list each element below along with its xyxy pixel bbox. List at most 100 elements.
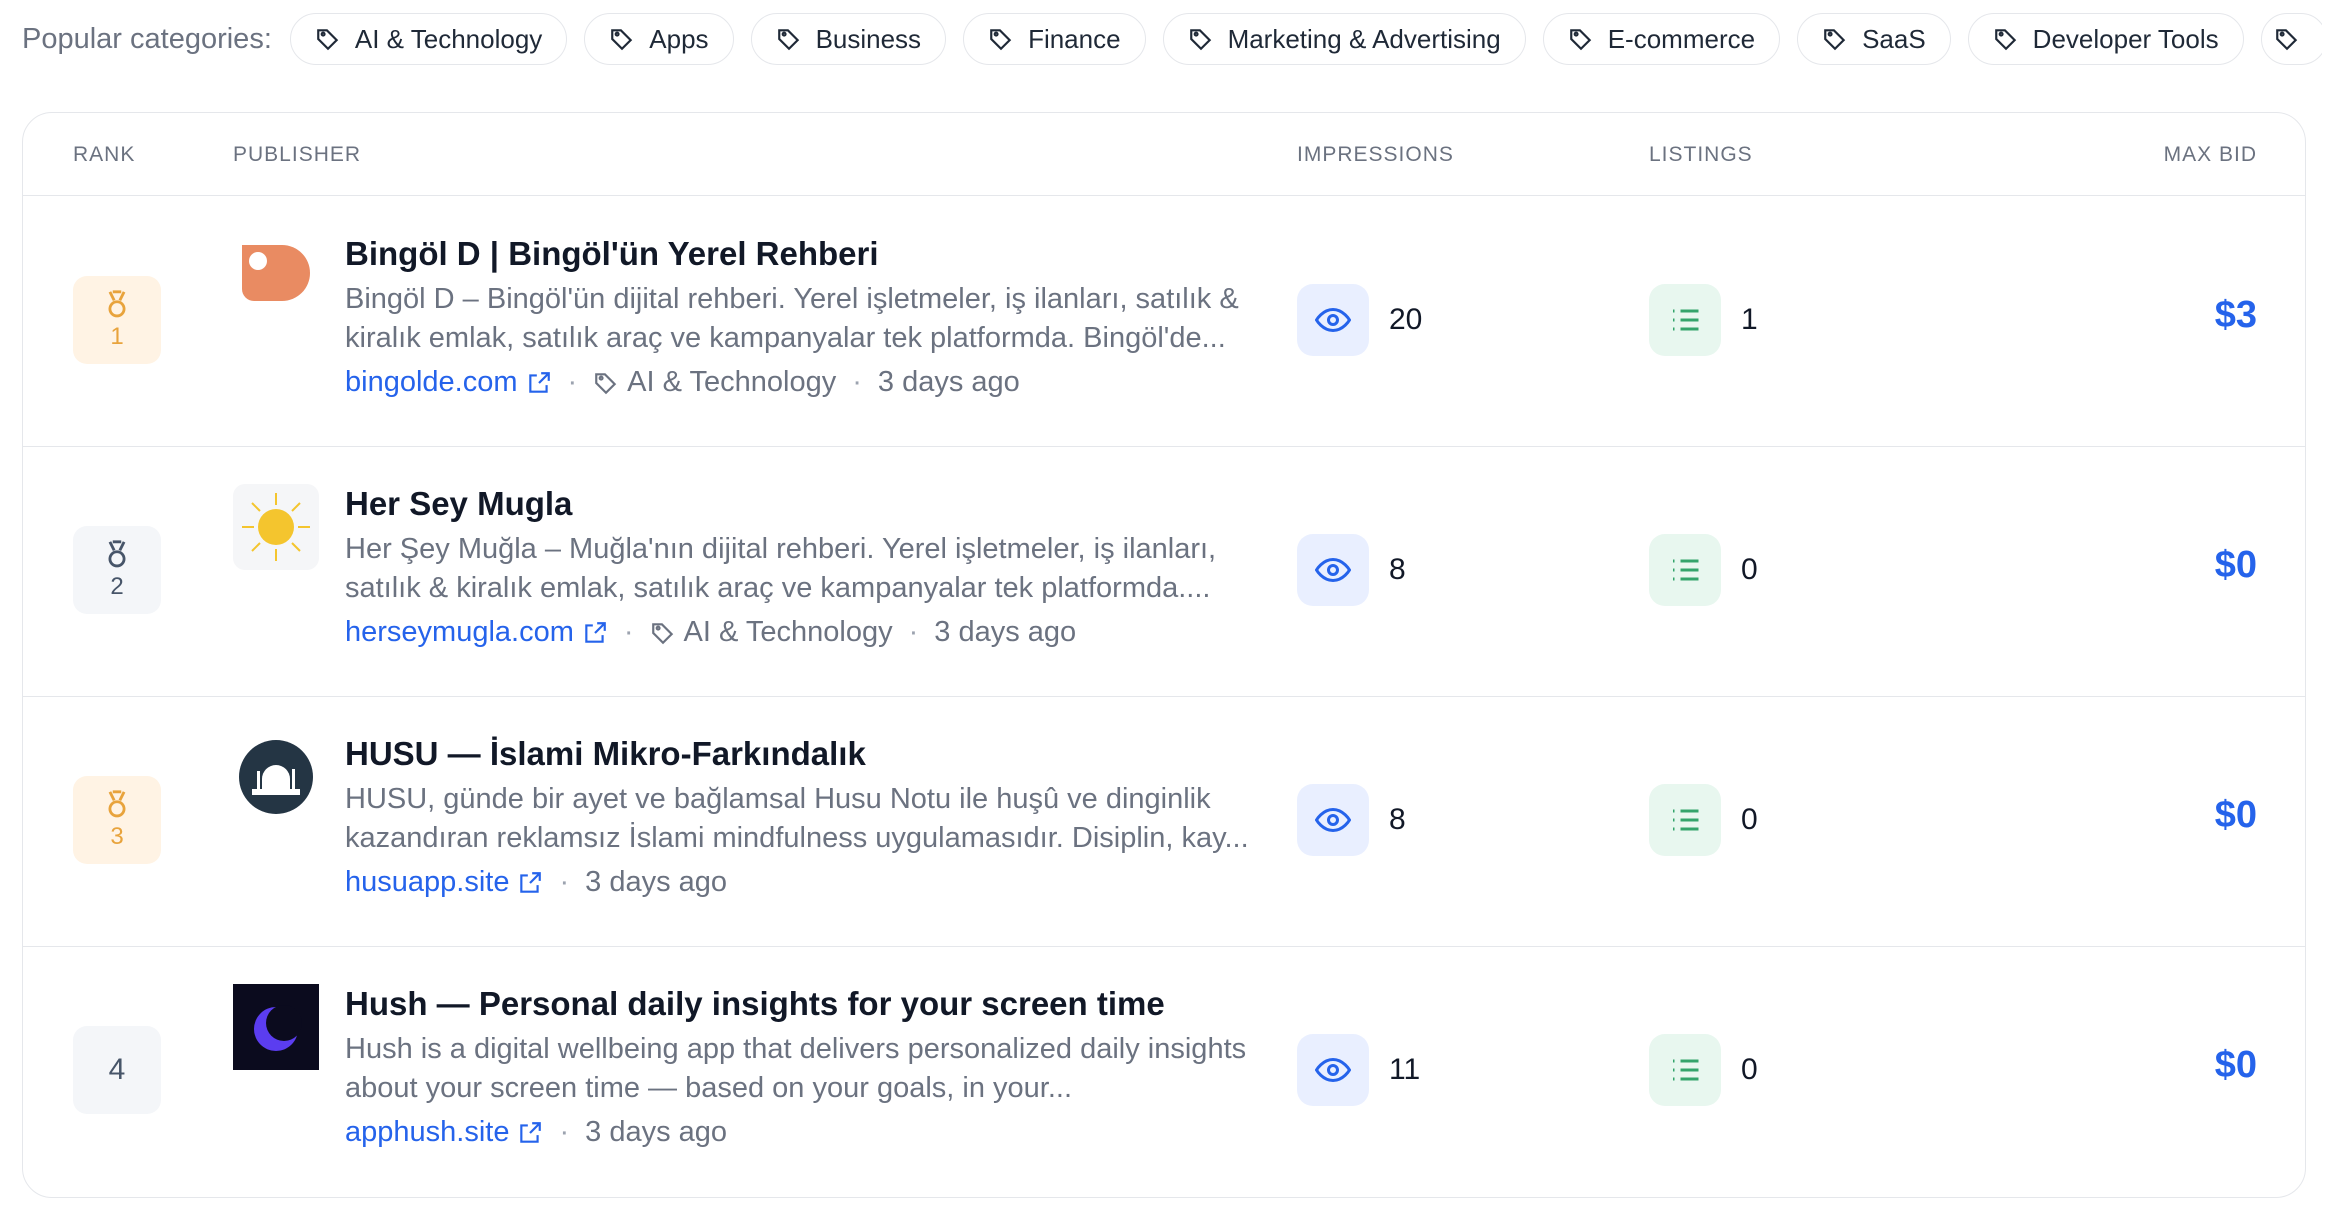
- publisher-url: herseymugla.com: [345, 616, 574, 648]
- publisher-url-link[interactable]: apphush.site: [345, 1116, 543, 1149]
- publisher-url-link[interactable]: herseymugla.com: [345, 616, 608, 649]
- publisher-category[interactable]: AI & Technology: [627, 366, 836, 399]
- category-chip-label: SaaS: [1862, 23, 1926, 54]
- category-chip[interactable]: E-commerce: [1542, 13, 1781, 65]
- table-row[interactable]: 1 Bingöl D | Bingöl'ün Yerel Rehberi Bin…: [23, 196, 2305, 447]
- header-publisher[interactable]: PUBLISHER: [233, 143, 361, 167]
- publisher-title[interactable]: Hush — Personal daily insights for your …: [345, 984, 1265, 1024]
- publisher-logo[interactable]: [233, 734, 319, 820]
- publisher-info: HUSU — İslami Mikro-Farkındalık HUSU, gü…: [345, 734, 1265, 899]
- category-chip[interactable]: Apps: [584, 13, 734, 65]
- publisher-meta: herseymugla.com · AI & Technology · 3 da…: [345, 616, 1265, 649]
- popular-categories-bar: Popular categories: AI & Technology Apps B…: [22, 12, 2322, 66]
- publisher-info: Bingöl D | Bingöl'ün Yerel Rehberi Bingö…: [345, 234, 1265, 399]
- publisher-category[interactable]: AI & Technology: [684, 616, 893, 649]
- listings-value: 0: [1741, 803, 1758, 836]
- publisher-description: Bingöl D – Bingöl'ün dijital rehberi. Ye…: [345, 283, 1239, 354]
- meta-separator: ·: [567, 366, 578, 398]
- impressions-value: 11: [1389, 1053, 1421, 1086]
- medal-icon: [108, 290, 126, 318]
- header-impressions[interactable]: IMPRESSIONS: [1297, 143, 1454, 167]
- list-icon: [1673, 309, 1699, 331]
- popular-categories-label: Popular categories:: [22, 22, 272, 55]
- list-icon: [1673, 1059, 1699, 1081]
- publisher-time: 3 days ago: [585, 866, 728, 898]
- external-link-icon: [528, 371, 550, 393]
- publisher-time: 3 days ago: [585, 1116, 728, 1148]
- max-bid-value: $3: [2214, 294, 2257, 336]
- listings-badge: [1649, 1034, 1721, 1106]
- listings-cell: 0: [1649, 784, 1758, 856]
- category-chip-label: E-commerce: [1607, 23, 1756, 54]
- publisher-logo[interactable]: [233, 484, 319, 570]
- table-row[interactable]: 4 Hush — Personal daily insights for you…: [23, 946, 2305, 1196]
- meta-separator: ·: [559, 1116, 570, 1148]
- listings-badge: [1649, 784, 1721, 856]
- table-row[interactable]: 2 Her Sey Mugla Her Şey Muğla – Muğla'nı…: [23, 446, 2305, 697]
- rank-badge: 1: [73, 276, 161, 364]
- listings-badge: [1649, 284, 1721, 356]
- publisher-url: bingolde.com: [345, 366, 518, 398]
- impressions-value: 8: [1389, 553, 1406, 586]
- category-chip-label: Marketing & Advertising: [1227, 23, 1501, 54]
- publisher-title[interactable]: HUSU — İslami Mikro-Farkındalık: [345, 734, 1265, 774]
- listings-badge: [1649, 534, 1721, 606]
- medal-icon: [108, 540, 126, 568]
- publisher-description: HUSU, günde bir ayet ve bağlamsal Husu N…: [345, 783, 1249, 854]
- tag-icon: [611, 29, 633, 51]
- category-chip[interactable]: Finance: [963, 13, 1146, 65]
- category-chip[interactable]: Business: [750, 13, 947, 65]
- publisher-info: Her Sey Mugla Her Şey Muğla – Muğla'nın …: [345, 484, 1265, 649]
- tag-icon: [1994, 29, 2016, 51]
- header-max-bid[interactable]: MAX BID: [2164, 143, 2257, 167]
- tag-icon: [777, 29, 799, 51]
- impressions-cell: 11: [1297, 1034, 1420, 1106]
- rank-number: 1: [110, 323, 124, 350]
- impressions-cell: 8: [1297, 784, 1406, 856]
- publisher-url: apphush.site: [345, 1116, 510, 1148]
- external-link-icon: [585, 621, 606, 643]
- publisher-meta: apphush.site · 3 days ago: [345, 1116, 1265, 1149]
- category-chip-label: AI & Technology: [354, 23, 543, 54]
- publisher-url-link[interactable]: bingolde.com: [345, 366, 552, 399]
- category-chip[interactable]: Developer Tools: [1967, 13, 2244, 65]
- table-header: RANK PUBLISHER IMPRESSIONS LISTINGS MAX …: [23, 113, 2305, 196]
- publisher-title[interactable]: Her Sey Mugla: [345, 484, 1265, 524]
- publisher-logo[interactable]: [233, 234, 319, 320]
- publisher-meta: bingolde.com · AI & Technology · 3 days …: [345, 366, 1265, 399]
- meta-separator: ·: [623, 616, 634, 648]
- eye-icon: [1315, 1057, 1351, 1083]
- header-listings[interactable]: LISTINGS: [1649, 143, 1753, 167]
- category-chip[interactable]: SaaS: [1797, 13, 1951, 65]
- publisher-title[interactable]: Bingöl D | Bingöl'ün Yerel Rehberi: [345, 234, 1265, 274]
- listings-cell: 1: [1649, 284, 1758, 356]
- eye-icon: [1315, 807, 1351, 833]
- publisher-url-link[interactable]: husuapp.site: [345, 866, 543, 899]
- table-row[interactable]: 3 HUSU — İslami Mikro-Farkındalık HUSU, …: [23, 696, 2305, 947]
- external-link-icon: [520, 871, 542, 893]
- category-chip-label: Developer Tools: [2032, 23, 2219, 54]
- tag-icon: [651, 622, 673, 644]
- category-chip-overflow[interactable]: [2260, 13, 2322, 65]
- list-icon: [1673, 809, 1699, 831]
- publisher-time: 3 days ago: [934, 616, 1077, 648]
- impressions-badge: [1297, 284, 1369, 356]
- listings-value: 1: [1741, 303, 1758, 336]
- meta-separator: ·: [559, 866, 570, 898]
- listings-value: 0: [1741, 1053, 1758, 1086]
- rank-number: 2: [110, 573, 124, 600]
- eye-icon: [1315, 307, 1351, 333]
- publisher-table: RANK PUBLISHER IMPRESSIONS LISTINGS MAX …: [22, 112, 2306, 1198]
- publisher-description: Her Şey Muğla – Muğla'nın dijital rehber…: [345, 533, 1217, 604]
- listings-cell: 0: [1649, 534, 1758, 606]
- category-chip[interactable]: Marketing & Advertising: [1162, 13, 1526, 65]
- publisher-info: Hush — Personal daily insights for your …: [345, 984, 1265, 1149]
- impressions-badge: [1297, 1034, 1369, 1106]
- header-rank[interactable]: RANK: [73, 143, 135, 167]
- impressions-cell: 20: [1297, 284, 1422, 356]
- rank-badge: 3: [73, 776, 161, 864]
- publisher-logo[interactable]: [233, 984, 319, 1070]
- category-chip[interactable]: AI & Technology: [289, 13, 568, 65]
- rank-badge: 4: [73, 1026, 161, 1114]
- listings-value: 0: [1741, 553, 1758, 586]
